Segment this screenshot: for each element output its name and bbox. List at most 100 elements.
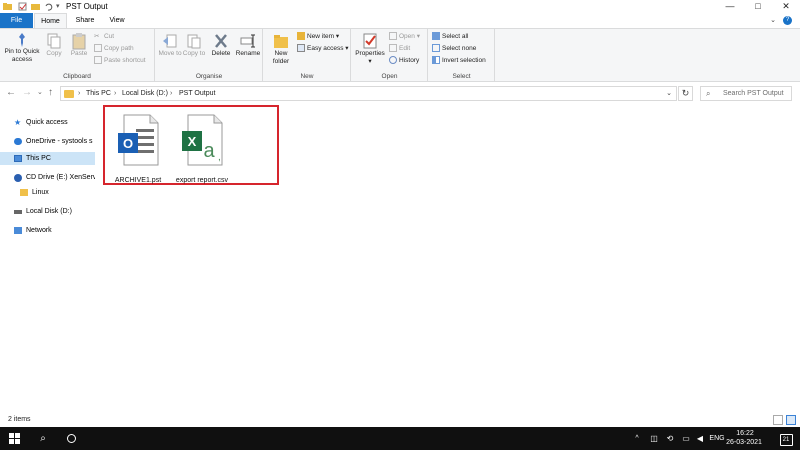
breadcrumb-separator-icon[interactable]: › [78, 89, 80, 99]
recent-locations-chevron-icon[interactable]: ⌄ [37, 87, 43, 99]
notification-count: 21 [779, 434, 793, 446]
search-icon[interactable]: ⌕ [34, 427, 52, 450]
title-bar: ▾ PST Output — □ ✕ [0, 0, 800, 13]
ribbon-tabs: File Home Share View ⌄ ? [0, 13, 800, 28]
new-item-button[interactable]: New item ▾ [297, 32, 339, 41]
cortana-circle-icon [66, 434, 76, 443]
file-name: ARCHIVE1.pst [114, 177, 162, 184]
select-all-icon [432, 32, 440, 41]
window-title: PST Output [66, 2, 108, 11]
breadcrumb-local-disk[interactable]: Local Disk (D:) [122, 89, 168, 99]
open-button[interactable]: Open ▾ [389, 32, 420, 41]
cortana-button[interactable] [62, 427, 80, 450]
up-arrow-icon[interactable]: ↑ [48, 87, 53, 99]
delete-button[interactable]: Delete [208, 32, 234, 58]
new-folder-quick-icon[interactable] [31, 2, 40, 11]
ribbon: Pin to Quick access Copy Paste ✂ Cut Copy… [0, 28, 800, 82]
edit-icon [389, 44, 397, 53]
edit-button[interactable]: Edit [389, 44, 410, 53]
invert-selection-button[interactable]: Invert selection [432, 56, 486, 65]
properties-quick-icon[interactable] [18, 2, 27, 11]
easy-access-button[interactable]: Easy access ▾ [297, 44, 349, 53]
tab-file[interactable]: File [0, 13, 33, 28]
file-item[interactable]: O ARCHIVE1.pst [108, 113, 168, 187]
move-to-button[interactable]: Move to [158, 32, 182, 58]
search-icon: ⌕ [706, 89, 711, 98]
breadcrumb-pst-output[interactable]: PST Output [179, 89, 215, 99]
paste-icon [72, 33, 86, 50]
paste-shortcut-button[interactable]: Paste shortcut [94, 56, 146, 65]
star-icon: ★ [14, 118, 22, 127]
navigation-pane: ★ Quick access OneDrive - systools s Thi… [0, 105, 95, 413]
volume-icon[interactable]: ◀ [694, 427, 706, 450]
file-item[interactable]: a , X export report.csv [172, 113, 232, 187]
delete-icon [215, 34, 227, 48]
history-button[interactable]: History [389, 56, 419, 65]
paste-button[interactable]: Paste [67, 32, 91, 58]
nav-item-quick-access[interactable]: ★ Quick access [0, 116, 95, 129]
copy-button[interactable]: Copy [42, 32, 66, 58]
chevron-down-icon[interactable]: ▾ [56, 2, 60, 10]
folder-icon [64, 90, 74, 98]
paste-shortcut-icon [94, 56, 102, 65]
file-name: export report.csv [175, 177, 229, 184]
outlook-pst-file-icon: O [118, 114, 159, 166]
breadcrumb-this-pc[interactable]: This PC [86, 89, 111, 99]
refresh-button[interactable]: ↻ [678, 86, 693, 101]
computer-icon [14, 155, 22, 162]
address-box[interactable]: › This PC › Local Disk (D:) › PST Output… [60, 86, 677, 101]
notification-center-button[interactable]: 21 [778, 427, 794, 450]
nav-item-this-pc[interactable]: This PC [0, 152, 95, 165]
properties-button[interactable]: Properties ▾ [353, 32, 387, 66]
tab-share[interactable]: Share [71, 13, 99, 28]
forward-arrow-icon[interactable]: → [22, 87, 32, 99]
new-folder-button[interactable]: New folder [267, 32, 295, 66]
large-icons-view-icon[interactable] [786, 415, 796, 425]
tray-app-icon[interactable]: ◫ [648, 427, 660, 450]
copy-path-button[interactable]: Copy path [94, 44, 134, 53]
back-arrow-icon[interactable]: ← [6, 87, 16, 99]
select-all-button[interactable]: Select all [432, 32, 468, 41]
cut-button[interactable]: ✂ Cut [94, 32, 114, 41]
rename-button[interactable]: Rename [234, 32, 262, 58]
tab-home[interactable]: Home [34, 13, 67, 28]
start-button[interactable] [5, 427, 23, 450]
chevron-down-icon[interactable]: ⌄ [770, 16, 776, 24]
clock-date[interactable]: 26-03-2021 [722, 439, 766, 446]
copy-to-button[interactable]: Copy to [182, 32, 206, 58]
breadcrumb-separator-icon[interactable]: › [170, 89, 172, 99]
svg-text:X: X [188, 134, 197, 149]
folder-icon [20, 189, 28, 196]
address-bar-row: ← → ⌄ ↑ › This PC › Local Disk (D:) › PS… [0, 82, 800, 105]
folder-icon [3, 3, 12, 10]
details-view-icon[interactable] [773, 415, 783, 425]
maximize-button[interactable]: □ [744, 0, 772, 13]
select-none-button[interactable]: Select none [432, 44, 476, 53]
pin-quick-access-button[interactable]: Pin to Quick access [2, 32, 42, 64]
move-to-icon [163, 34, 177, 48]
new-group: New folder New item ▾ Easy access ▾ New [264, 29, 351, 82]
network-icon[interactable]: ▭ [680, 427, 692, 450]
close-button[interactable]: ✕ [772, 0, 800, 13]
undo-quick-icon[interactable] [44, 2, 53, 11]
chevron-down-icon[interactable]: ⌄ [666, 89, 672, 97]
nav-item-local-disk[interactable]: Local Disk (D:) [0, 205, 95, 218]
nav-item-network[interactable]: Network [0, 224, 95, 237]
network-icon [14, 227, 22, 234]
select-group: Select all Select none Invert selection … [429, 29, 495, 82]
tab-view[interactable]: View [104, 13, 130, 28]
clock-time[interactable]: 16:22 [728, 430, 762, 437]
copy-to-icon [187, 34, 201, 49]
help-icon[interactable]: ? [783, 16, 792, 25]
nav-item-cd-drive[interactable]: CD Drive (E:) XenServ [0, 171, 95, 184]
clipboard-group: Pin to Quick access Copy Paste ✂ Cut Copy… [0, 29, 155, 82]
nav-item-onedrive[interactable]: OneDrive - systools s [0, 135, 95, 148]
copy-path-icon [94, 44, 102, 53]
windows-logo-icon [8, 433, 20, 444]
tray-sync-icon[interactable]: ⟲ [664, 427, 676, 450]
nav-item-linux[interactable]: Linux [0, 186, 95, 199]
minimize-button[interactable]: — [716, 0, 744, 13]
breadcrumb-separator-icon[interactable]: › [114, 89, 116, 99]
chevron-up-icon[interactable]: ^ [632, 427, 642, 450]
search-input[interactable]: ⌕ Search PST Output [700, 86, 792, 101]
